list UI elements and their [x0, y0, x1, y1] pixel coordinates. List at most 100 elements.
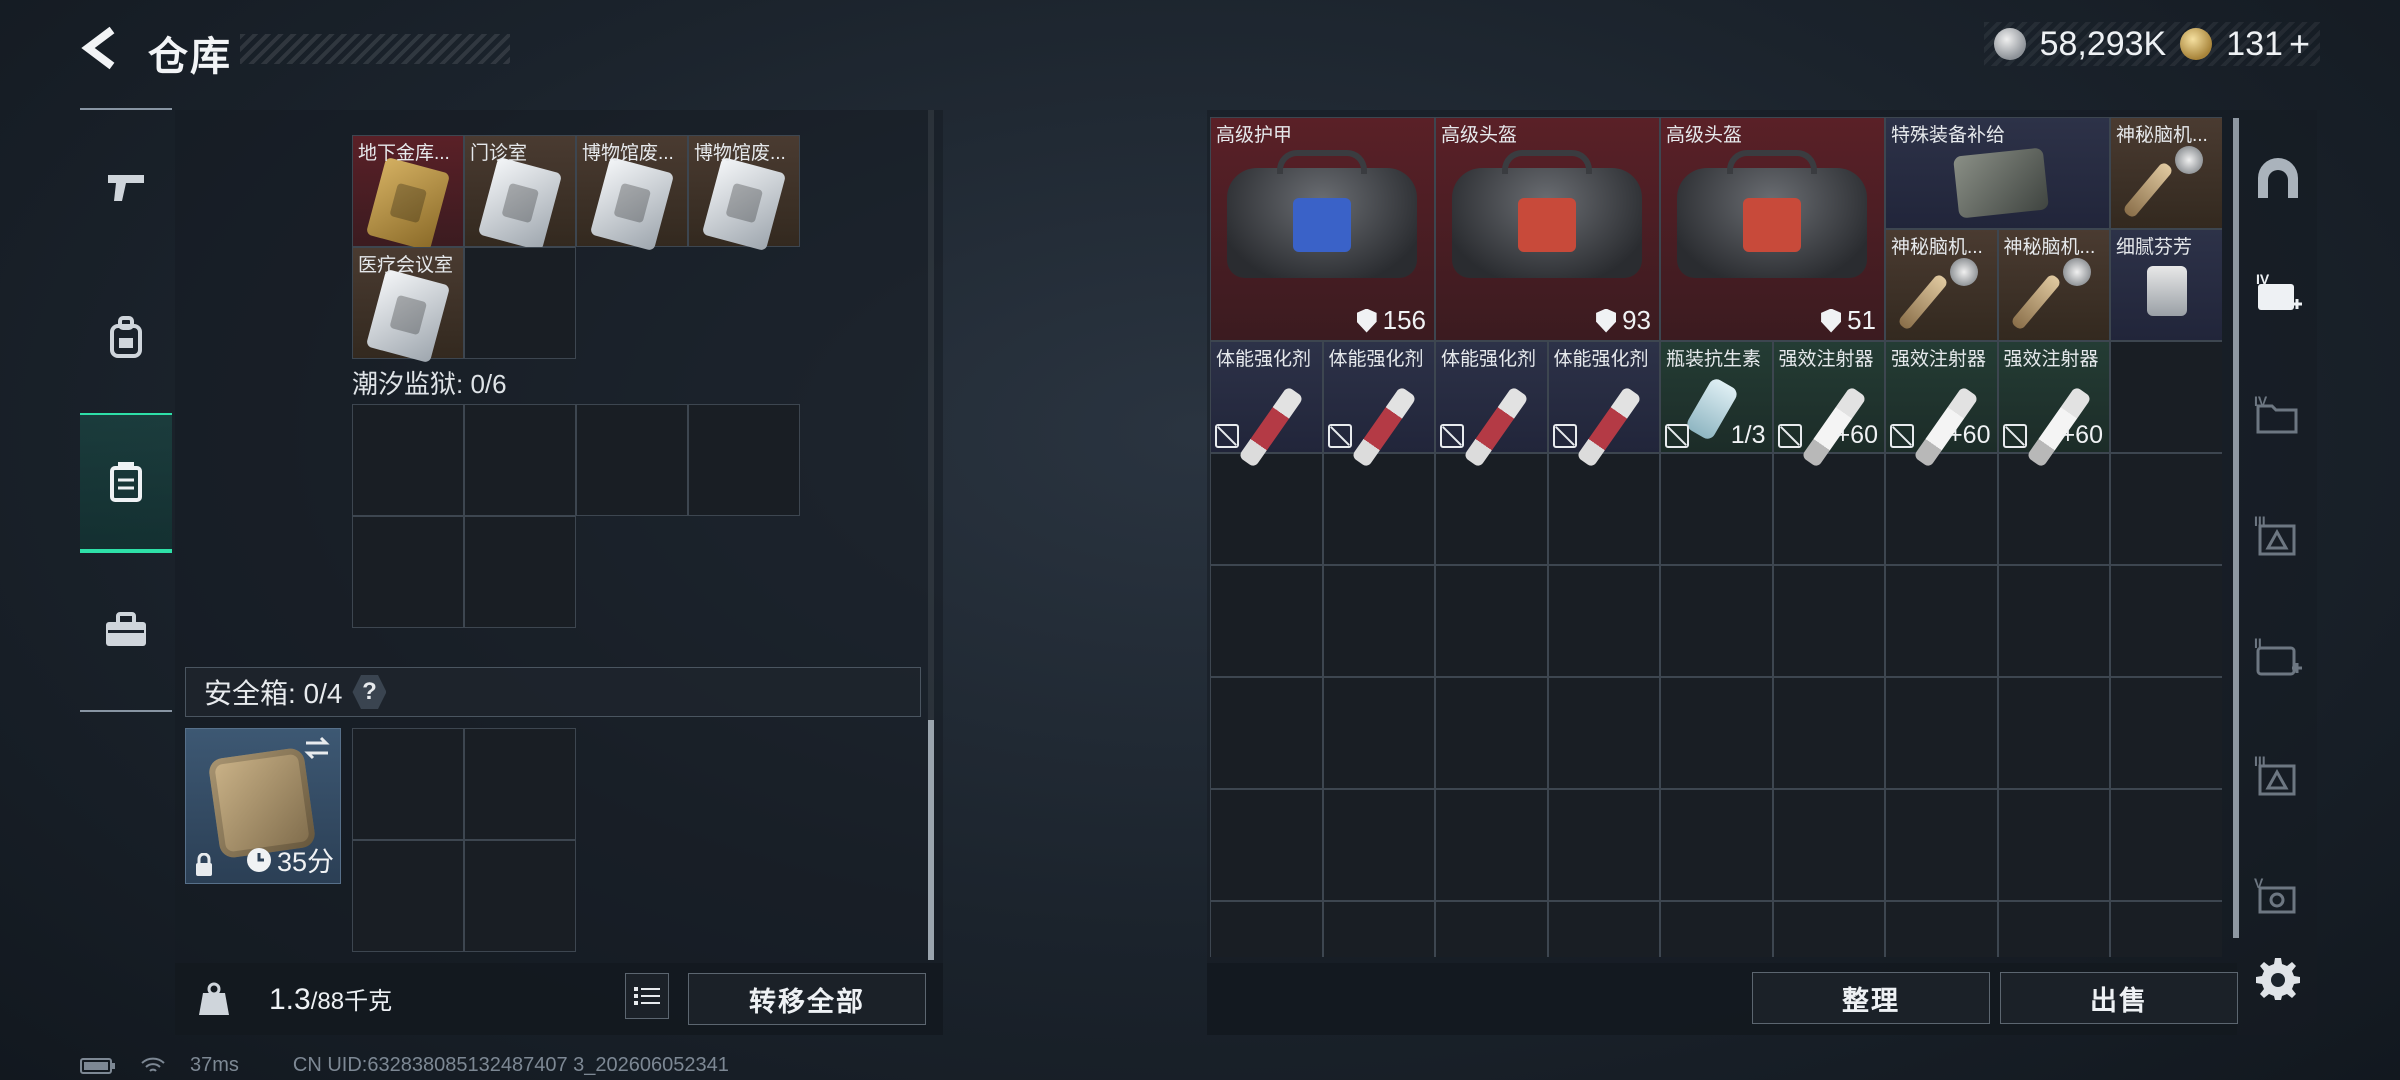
stash-slot[interactable] — [1772, 565, 1885, 677]
rail-item-container[interactable] — [80, 413, 172, 553]
stash-slot[interactable] — [1547, 453, 1660, 565]
transfer-all-button[interactable]: 转移全部 — [688, 973, 926, 1025]
helmet-item[interactable]: 高级头盔 51 — [1660, 117, 1885, 341]
consumable-item[interactable]: 强效注射器 +60 — [1772, 341, 1885, 468]
armor-item[interactable]: 高级护甲 156 — [1210, 117, 1435, 341]
sell-button[interactable]: 出售 — [2000, 972, 2238, 1024]
stash-slot[interactable] — [1322, 565, 1435, 677]
brain-chip-item[interactable]: 神秘脑机... — [1885, 229, 1998, 341]
keycard-slot-empty[interactable] — [464, 247, 576, 359]
stash-slot[interactable] — [2110, 901, 2222, 957]
stash-slot[interactable] — [1547, 565, 1660, 677]
stash-slot[interactable] — [1660, 789, 1773, 901]
stash-slot[interactable] — [1547, 677, 1660, 789]
stash-slot[interactable] — [1885, 901, 1998, 957]
stash-slot[interactable] — [1772, 677, 1885, 789]
supply-crate-item[interactable]: 特殊装备补给 — [1885, 117, 2110, 229]
keycard-slot[interactable]: 博物馆废... — [688, 135, 800, 252]
stash-slot[interactable] — [1772, 789, 1885, 901]
stash-tab-main[interactable] — [2252, 152, 2304, 204]
back-arrow-icon[interactable] — [78, 26, 122, 70]
stash-slot[interactable] — [1435, 565, 1548, 677]
stash-slot[interactable] — [2110, 789, 2222, 901]
stash-tab-5[interactable]: III — [2252, 752, 2304, 804]
stash-slot[interactable] — [1997, 789, 2110, 901]
stash-slot[interactable] — [2110, 341, 2222, 453]
tide-prison-slot[interactable] — [464, 516, 576, 628]
consumable-item[interactable]: 瓶装抗生素 1/3 — [1660, 341, 1773, 453]
stash-slot[interactable] — [1660, 901, 1773, 957]
list-view-button[interactable] — [625, 973, 669, 1019]
stash-tab-1[interactable]: IV — [2252, 268, 2304, 320]
stash-slot[interactable] — [1322, 453, 1435, 565]
consumable-item[interactable]: 体能强化剂 — [1322, 341, 1435, 468]
help-button[interactable]: ? — [352, 675, 387, 709]
stash-slot[interactable] — [1660, 677, 1773, 789]
keycard-slot[interactable]: 医疗会议室 — [352, 247, 464, 364]
rail-item-weapons[interactable] — [80, 118, 172, 258]
tide-prison-slot[interactable] — [352, 516, 464, 628]
tide-prison-slot[interactable] — [464, 404, 576, 516]
stash-slot[interactable] — [2110, 453, 2222, 565]
consumable-item[interactable]: 强效注射器 +60 — [1997, 341, 2110, 468]
consumable-item[interactable]: 体能强化剂 — [1435, 341, 1548, 468]
fragrance-item[interactable]: 细腻芬芳 — [2110, 229, 2222, 341]
stash-slot[interactable] — [1772, 453, 1885, 565]
stash-slot[interactable] — [1885, 677, 1998, 789]
keycard-slot[interactable]: 博物馆废... — [576, 135, 688, 252]
tide-prison-slot[interactable] — [576, 404, 688, 516]
safebox-slot[interactable] — [352, 728, 464, 840]
stash-slot[interactable] — [1435, 789, 1548, 901]
stash-slot[interactable] — [1322, 789, 1435, 901]
stash-slot[interactable] — [1997, 677, 2110, 789]
stash-slot[interactable] — [1885, 565, 1998, 677]
stash-slot[interactable] — [1435, 677, 1548, 789]
stash-tab-4[interactable]: II — [2252, 632, 2304, 684]
stash-tab-3[interactable]: III — [2252, 512, 2304, 564]
swap-icon[interactable] — [302, 735, 332, 761]
keycard-slot[interactable]: 门诊室 — [464, 135, 576, 252]
brain-chip-item[interactable]: 神秘脑机... — [1997, 229, 2110, 341]
stash-slot[interactable] — [1435, 453, 1548, 565]
stash-slot[interactable] — [1547, 901, 1660, 957]
stash-slot[interactable] — [1210, 677, 1323, 789]
stash-slot[interactable] — [2110, 677, 2222, 789]
rail-item-toolbox[interactable] — [80, 560, 172, 700]
safebox-slot[interactable] — [352, 840, 464, 952]
safebox-item[interactable]: 35分 — [185, 728, 341, 884]
stash-slot[interactable] — [1210, 789, 1323, 901]
stash-slot[interactable] — [1660, 453, 1773, 565]
safebox-slot[interactable] — [464, 728, 576, 840]
brain-chip-item[interactable]: 神秘脑机... — [2110, 117, 2222, 229]
settings-button[interactable] — [2252, 952, 2304, 1004]
stash-tab-2[interactable]: IV — [2252, 390, 2304, 442]
stash-slot[interactable] — [1885, 789, 1998, 901]
tide-prison-slot[interactable] — [688, 404, 800, 516]
keycard-slot[interactable]: 地下金库... — [352, 135, 464, 252]
stash-slot[interactable] — [1210, 901, 1323, 957]
helmet-item[interactable]: 高级头盔 93 — [1435, 117, 1660, 341]
consumable-item[interactable]: 体能强化剂 — [1210, 341, 1323, 468]
backpack-scroll-thumb[interactable] — [928, 720, 934, 960]
stash-slot[interactable] — [1997, 565, 2110, 677]
stash-slot[interactable] — [1210, 453, 1323, 565]
consumable-item[interactable]: 强效注射器 +60 — [1885, 341, 1998, 468]
stash-tab-6[interactable]: V — [2252, 872, 2304, 924]
sort-button[interactable]: 整理 — [1752, 972, 1990, 1024]
consumable-item[interactable]: 体能强化剂 — [1547, 341, 1660, 468]
stash-slot[interactable] — [1547, 789, 1660, 901]
stash-slot[interactable] — [1435, 901, 1548, 957]
stash-slot[interactable] — [1322, 677, 1435, 789]
stash-slot[interactable] — [1997, 901, 2110, 957]
stash-slot[interactable] — [1772, 901, 1885, 957]
tide-prison-slot[interactable] — [352, 404, 464, 516]
stash-slot[interactable] — [1210, 565, 1323, 677]
stash-slot[interactable] — [1997, 453, 2110, 565]
rail-item-backpack[interactable] — [80, 268, 172, 408]
stash-slot[interactable] — [1660, 565, 1773, 677]
stash-slot[interactable] — [1322, 901, 1435, 957]
stash-slot[interactable] — [2110, 565, 2222, 677]
stash-slot[interactable] — [1885, 453, 1998, 565]
add-currency-button[interactable]: + — [2289, 23, 2310, 65]
safebox-slot[interactable] — [464, 840, 576, 952]
